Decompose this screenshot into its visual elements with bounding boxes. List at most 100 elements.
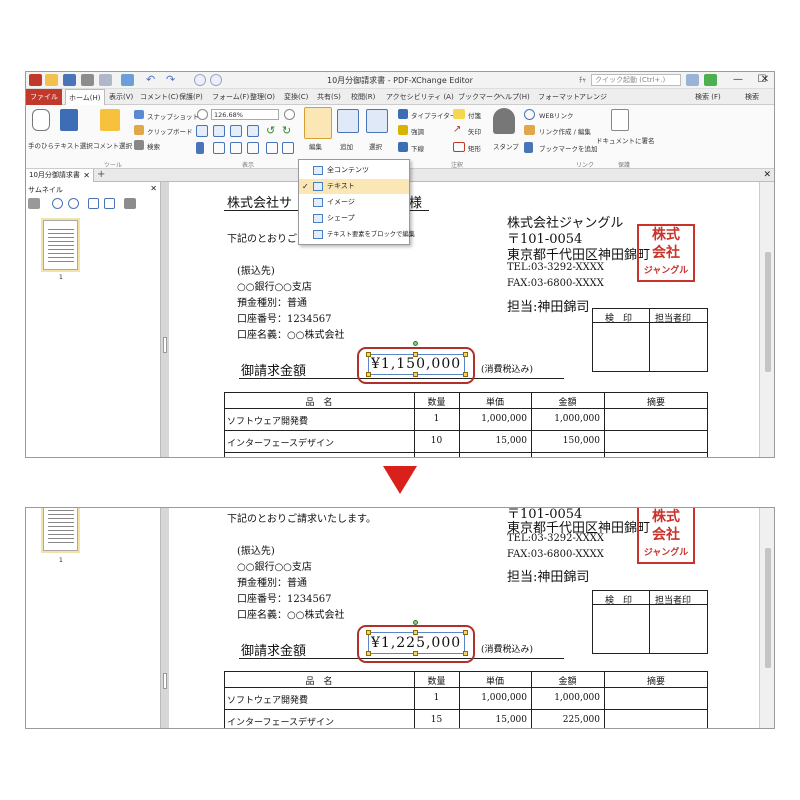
panel-splitter-after[interactable] xyxy=(161,508,169,728)
stamp-icon[interactable] xyxy=(493,108,515,134)
arrow-icon[interactable]: ↗ xyxy=(453,125,465,135)
select-text-icon[interactable] xyxy=(60,109,78,131)
bank-heading[interactable]: (振込先) xyxy=(237,262,275,277)
attachments-icon[interactable] xyxy=(230,142,242,154)
thumb-rotate-icon[interactable] xyxy=(88,198,99,209)
panel-close-icon[interactable]: ✕ xyxy=(150,184,157,193)
account-number[interactable]: 口座番号：1234567 xyxy=(237,310,332,325)
sign-document-icon[interactable] xyxy=(611,109,629,131)
row1-total[interactable]: 1,000,000 xyxy=(531,414,600,424)
page-actual-icon[interactable] xyxy=(230,125,242,137)
row1-price[interactable]: 1,000,000 xyxy=(459,414,527,424)
account-type-after[interactable]: 預金種別：普通 xyxy=(237,574,307,589)
row2-total-after[interactable]: 225,000 xyxy=(531,715,600,725)
select-button[interactable]: 選択 xyxy=(369,141,382,151)
row1-name-after[interactable]: ソフトウェア開発費 xyxy=(227,693,308,706)
company-fax[interactable]: FAX:03-6800-XXXX xyxy=(507,278,604,289)
vertical-scrollbar[interactable] xyxy=(759,182,774,457)
row2-qty-after[interactable]: 15 xyxy=(414,715,459,725)
menu-share[interactable]: 共有(S) xyxy=(317,89,341,105)
highlight-icon[interactable] xyxy=(398,125,408,135)
row2-qty[interactable]: 10 xyxy=(414,436,459,446)
new-tab-button[interactable]: + xyxy=(97,169,105,181)
menu-arrange[interactable]: アレンジ xyxy=(579,89,607,105)
row2-total[interactable]: 150,000 xyxy=(531,436,600,446)
snapshot-button[interactable]: スナップショット xyxy=(147,111,199,121)
recipient-suffix[interactable]: 様 xyxy=(409,192,422,211)
menu-bookmark[interactable]: ブックマーク xyxy=(458,89,500,105)
quick-launch-input[interactable]: クイック起動 (Ctrl+.) xyxy=(591,74,681,86)
properties-icon[interactable] xyxy=(266,142,278,154)
dd-text[interactable]: ✓ テキスト xyxy=(299,179,409,194)
hand-icon[interactable] xyxy=(32,109,50,131)
account-name[interactable]: 口座名義：○○株式会社 xyxy=(237,326,344,341)
dd-image[interactable]: イメージ xyxy=(299,195,409,210)
options-icon[interactable] xyxy=(686,74,699,86)
company-fax-after[interactable]: FAX:03-6800-XXXX xyxy=(507,549,604,560)
menu-organize[interactable]: 整理(O) xyxy=(250,89,275,105)
menu-review[interactable]: 校閲(R) xyxy=(351,89,375,105)
row2-name-after[interactable]: インターフェースデザイン xyxy=(227,715,334,728)
fullscreen-icon[interactable] xyxy=(704,74,717,86)
add-bookmark-button[interactable]: ブックマークを追加 xyxy=(539,143,598,153)
highlight-button[interactable]: 強調 xyxy=(411,126,424,136)
account-name-after[interactable]: 口座名義：○○株式会社 xyxy=(237,606,344,621)
dd-all-content[interactable]: 全コンテンツ xyxy=(299,163,409,178)
typewriter-icon[interactable] xyxy=(398,109,408,119)
bank-name[interactable]: ○○銀行○○支店 xyxy=(237,278,312,293)
thumb-zoom-out-icon[interactable] xyxy=(68,198,79,209)
company-person[interactable]: 担当:神田錦司 xyxy=(507,296,589,315)
rectangle-button[interactable]: 矩形 xyxy=(468,143,481,153)
panel-splitter[interactable] xyxy=(161,182,169,457)
intro-text[interactable]: 下記のとおりご xyxy=(227,230,297,245)
arrow-button[interactable]: 矢印 xyxy=(468,126,481,136)
snapshot-icon[interactable] xyxy=(134,110,144,119)
account-number-after[interactable]: 口座番号：1234567 xyxy=(237,590,332,605)
web-link-button[interactable]: WEBリンク xyxy=(539,110,574,120)
link-edit-button[interactable]: リンク作成 / 編集 xyxy=(539,126,591,136)
add-bookmark-icon[interactable] xyxy=(524,142,533,153)
vertical-scrollbar-after[interactable] xyxy=(759,508,774,728)
dd-block-edit[interactable]: テキスト要素をブロックで編集 xyxy=(299,227,415,242)
zoom-input[interactable]: 126.68% xyxy=(211,109,279,120)
menu-comment[interactable]: コメント(C) xyxy=(140,89,178,105)
sticky-note-button[interactable]: 付箋 xyxy=(468,110,481,120)
select-icon[interactable] xyxy=(366,109,388,133)
page-thumbnail-after[interactable] xyxy=(43,508,78,551)
underline-icon[interactable] xyxy=(398,142,408,152)
row1-total-after[interactable]: 1,000,000 xyxy=(531,693,600,703)
menu-accessibility[interactable]: アクセシビリティ (A) xyxy=(386,89,454,105)
row1-qty-after[interactable]: 1 xyxy=(414,693,459,703)
select-comment-label[interactable]: コメント選択 xyxy=(93,140,132,150)
thumb-print-icon[interactable] xyxy=(124,198,136,209)
search-icon[interactable] xyxy=(134,140,144,150)
menu-help[interactable]: ヘルプ(H) xyxy=(498,89,530,105)
minimize-button[interactable]: — xyxy=(729,73,747,87)
stamp-button[interactable]: スタンプ xyxy=(493,141,519,151)
company-tel[interactable]: TEL:03-3292-XXXX xyxy=(507,262,604,273)
row1-qty[interactable]: 1 xyxy=(414,414,459,424)
select-comment-icon[interactable] xyxy=(100,109,120,131)
thumb-zoom-in-icon[interactable] xyxy=(52,198,63,209)
close-button[interactable]: ✕ xyxy=(756,73,774,87)
select-text-label[interactable]: テキスト選択 xyxy=(54,140,93,150)
sign-document-button[interactable]: ドキュメントに署名 xyxy=(596,135,655,145)
sticky-note-icon[interactable] xyxy=(453,109,465,119)
tab-invoice[interactable]: 10月分御請求書 ✕ xyxy=(26,169,94,182)
row1-name[interactable]: ソフトウェア開発費 xyxy=(227,414,308,427)
company-tel-after[interactable]: TEL:03-3292-XXXX xyxy=(507,533,604,544)
row1-price-after[interactable]: 1,000,000 xyxy=(459,693,527,703)
dd-shape[interactable]: シェープ xyxy=(299,211,409,226)
recipient-name[interactable]: 株式会社サ xyxy=(227,192,292,211)
clipboard-icon[interactable] xyxy=(134,125,144,135)
tab-close-icon[interactable]: ✕ xyxy=(83,169,90,182)
menu-convert[interactable]: 変換(C) xyxy=(284,89,308,105)
row2-price[interactable]: 15,000 xyxy=(459,436,528,446)
company-person-after[interactable]: 担当:神田錦司 xyxy=(507,566,589,585)
thumb-options-icon[interactable] xyxy=(28,198,40,209)
hand-tool-label[interactable]: 手のひら xyxy=(28,140,54,150)
bank-heading-after[interactable]: (振込先) xyxy=(237,542,275,557)
find-button[interactable]: 検索 (F) xyxy=(681,91,721,104)
clipboard-button[interactable]: クリップボード xyxy=(147,126,193,136)
bookmark-icon[interactable] xyxy=(196,142,204,154)
